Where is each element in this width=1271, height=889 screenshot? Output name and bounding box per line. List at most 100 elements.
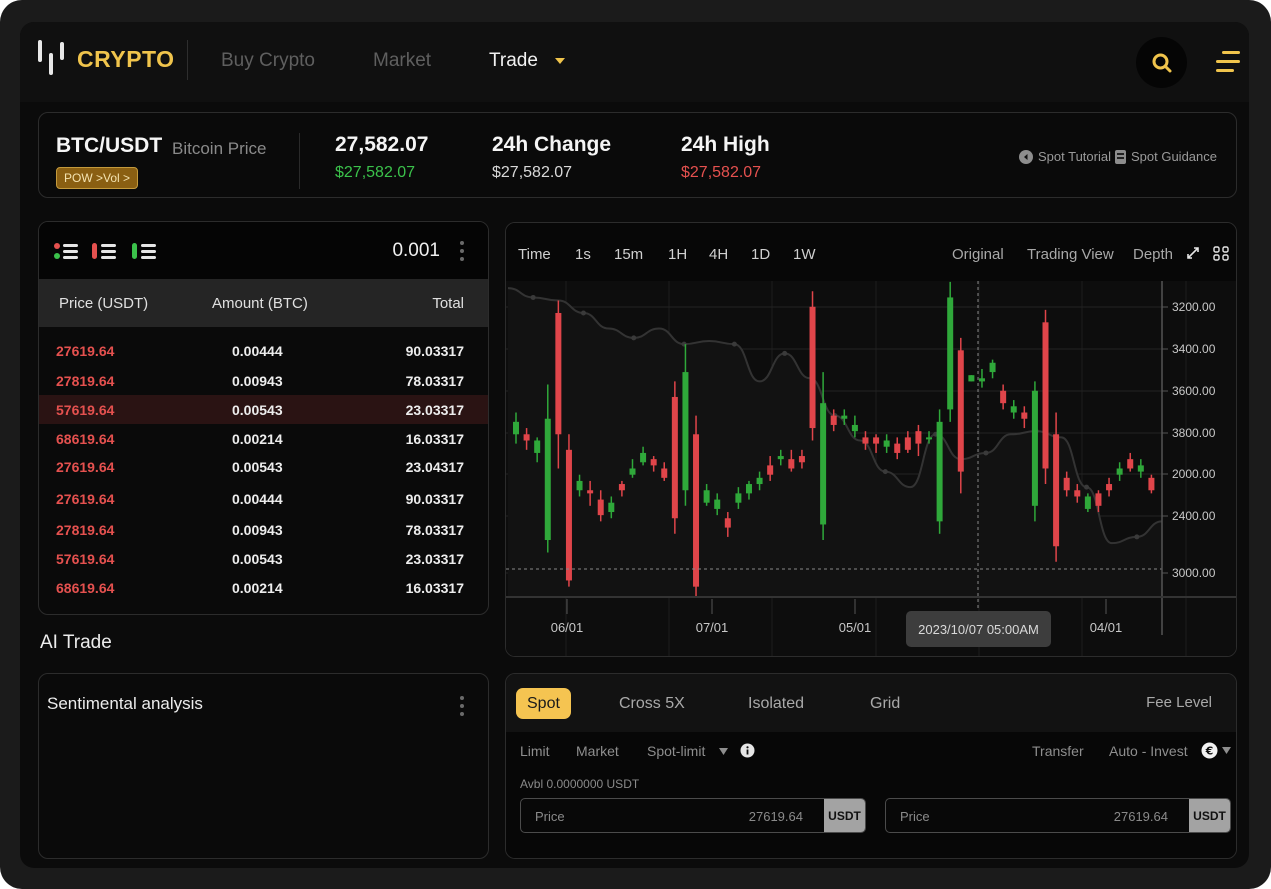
hamburger-menu-icon[interactable] [1212,51,1240,73]
overlay-point [882,469,888,475]
spot-guidance-link[interactable]: Spot Guidance [1114,149,1217,164]
overlay-point [983,450,989,456]
order-book: 0.001 Price (USDT) Amount (BTC) Total 27… [38,221,489,615]
row-total: 23.03317 [405,402,464,418]
candle-up [978,378,985,382]
candle-down [862,437,869,444]
time-axis-label: 07/01 [696,620,729,635]
row-total: 16.03317 [405,431,464,447]
pow-vol-badge[interactable]: POW >Vol > [56,167,139,189]
candlestick-chart[interactable]: 3200.00 3400.00 3600.00 3800.00 2000.00 2400.… [506,281,1236,656]
interval-15m[interactable]: 15m [614,246,643,263]
tab-cross-5x[interactable]: Cross 5X [619,688,685,719]
interval-time[interactable]: Time [518,246,551,263]
auto-invest-link[interactable]: Auto - Invest [1109,743,1188,759]
candle-up [703,490,710,503]
candle-up [714,499,721,509]
candle-up [534,440,541,453]
order-book-row[interactable]: 27619.64 0.00444 90.03317 [39,336,488,365]
view-original[interactable]: Original [952,246,1004,263]
nav-market[interactable]: Market [373,50,431,72]
last-price-usd: $27,582.07 [335,164,416,181]
order-book-row[interactable]: 27819.64 0.00943 78.03317 [39,515,488,544]
transfer-link[interactable]: Transfer [1032,743,1084,759]
spot-tutorial-label: Spot Tutorial [1037,149,1111,164]
candle-up [777,456,784,460]
row-total: 90.03317 [405,491,464,507]
row-price: 57619.64 [56,402,115,418]
spot-limit-dropdown-icon[interactable] [719,748,728,755]
currency-dropdown-icon[interactable] [1222,747,1231,754]
row-total: 78.03317 [405,373,464,389]
row-price: 68619.64 [56,431,115,447]
price-axis-label: 2000.00 [1172,467,1216,481]
grid-layout-icon[interactable] [1213,246,1229,261]
order-type-market[interactable]: Market [576,743,619,759]
tab-isolated[interactable]: Isolated [748,688,804,719]
sentiment-more-icon[interactable] [460,696,464,720]
sell-price-label: Price [900,809,930,824]
overlay-point [731,341,737,347]
order-book-row[interactable]: 27619.64 0.00444 90.03317 [39,484,488,513]
euro-currency-icon[interactable]: € [1201,742,1218,759]
candle-down [1106,484,1113,491]
view-depth[interactable]: Depth [1133,246,1173,263]
price-axis-label: 2400.00 [1172,509,1216,523]
available-balance: Avbl 0.0000000 USDT [520,777,640,791]
both-sides-view-icon[interactable] [54,242,80,262]
high-24h-stat: 24h High $27,582.07 [681,133,770,182]
search-button[interactable] [1136,37,1187,88]
candle-down [1063,477,1070,491]
price-axis-label: 3200.00 [1172,300,1216,314]
view-trading-view[interactable]: Trading View [1027,246,1114,263]
candle-up [820,403,827,525]
candle-down [661,468,668,478]
sell-side-view-icon[interactable] [92,242,118,262]
order-book-row[interactable]: 68619.64 0.00214 16.03317 [39,424,488,453]
change-24h-value: $27,582.07 [492,164,573,181]
play-circle-icon [1018,149,1033,164]
tab-spot[interactable]: Spot [516,688,571,719]
nav-trade[interactable]: Trade [489,50,538,72]
interval-4h[interactable]: 4H [709,246,728,263]
row-price: 27619.64 [56,343,115,359]
spot-tutorial-link[interactable]: Spot Tutorial [1018,149,1111,164]
overlay-point [782,350,788,356]
candle-down [830,415,837,425]
trade-dropdown-caret-icon[interactable] [555,58,565,64]
row-total: 23.03317 [405,551,464,567]
interval-1w[interactable]: 1W [793,246,816,263]
candle-down [523,434,530,441]
order-book-row[interactable]: 68619.64 0.00214 16.03317 [39,573,488,602]
order-book-row[interactable]: 27619.64 0.00543 23.04317 [39,452,488,481]
tab-grid[interactable]: Grid [870,688,900,719]
info-icon[interactable] [740,743,755,758]
buy-price-input[interactable]: Price 27619.64 USDT [520,798,866,833]
order-book-row[interactable]: 27819.64 0.00943 78.03317 [39,366,488,395]
interval-1s[interactable]: 1s [575,246,591,263]
buy-price-label: Price [535,809,565,824]
order-book-row[interactable]: 57619.64 0.00543 23.03317 [39,395,488,424]
candle-up [682,372,689,491]
row-amount: 0.00543 [232,402,283,418]
order-type-spot-limit[interactable]: Spot-limit [647,743,705,759]
candle-down [1074,490,1081,497]
buy-side-view-icon[interactable] [132,242,158,262]
sell-price-input[interactable]: Price 27619.64 USDT [885,798,1231,833]
nav-buy-crypto[interactable]: Buy Crypto [221,50,315,72]
nav-divider [187,40,188,80]
sentiment-analysis-title: Sentimental analysis [47,694,203,713]
order-book-row[interactable]: 57619.64 0.00543 23.03317 [39,544,488,573]
fee-level-link[interactable]: Fee Level [1146,694,1212,711]
order-type-limit[interactable]: Limit [520,743,550,759]
candle-down [671,396,678,519]
precision-selector[interactable]: 0.001 [392,240,440,262]
overlay-point [631,335,637,341]
change-24h-stat: 24h Change $27,582.07 [492,133,611,182]
order-book-more-icon[interactable] [460,241,464,265]
interval-1h[interactable]: 1H [668,246,687,263]
interval-1d[interactable]: 1D [751,246,770,263]
chart-toolbar: Time 1s 15m 1H 4H 1D 1W Original Trading… [506,223,1236,281]
expand-icon[interactable] [1186,246,1200,260]
sell-price-unit: USDT [1189,799,1230,832]
